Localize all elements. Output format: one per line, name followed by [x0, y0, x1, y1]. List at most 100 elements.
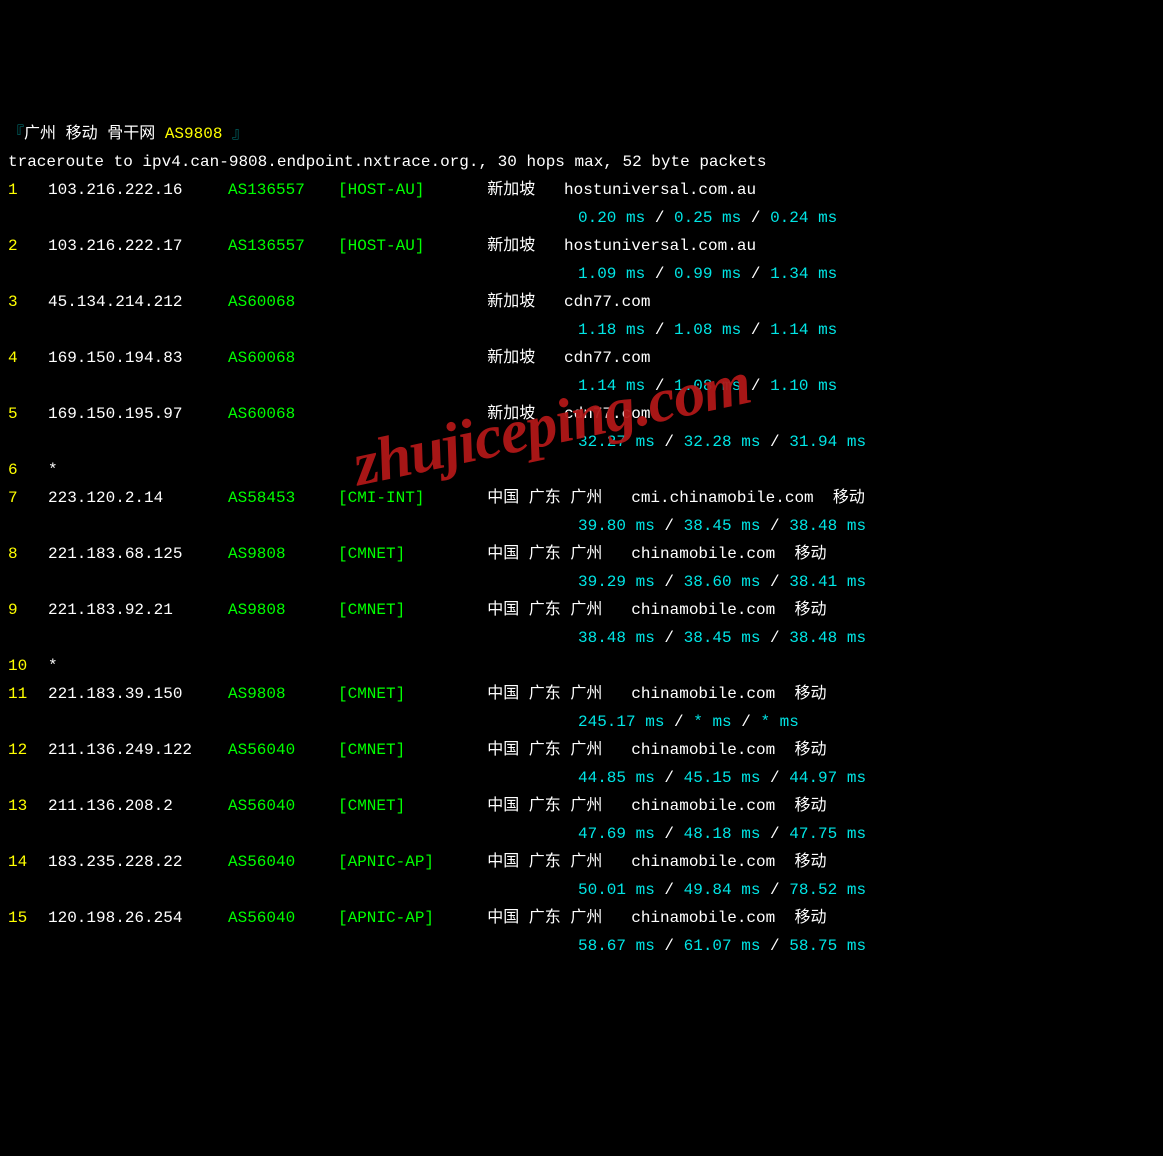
timing-2: 38.60 ms — [684, 573, 761, 591]
hop-asn: AS56040 — [228, 736, 338, 764]
hop-row: 9221.183.92.21AS9808[CMNET] 中国 广东 广州 chi… — [8, 596, 1155, 624]
hop-row: 15120.198.26.254AS56040[APNIC-AP] 中国 广东 … — [8, 904, 1155, 932]
timing-2: 1.08 ms — [674, 321, 741, 339]
hop-org: [CMNET] — [338, 792, 468, 820]
hop-ip: 103.216.222.17 — [48, 232, 228, 260]
hop-number: 2 — [8, 232, 48, 260]
hop-timing-row: 32.27 ms / 32.28 ms / 31.94 ms — [8, 428, 1155, 456]
timing-3: 58.75 ms — [789, 937, 866, 955]
hop-asn: AS60068 — [228, 288, 338, 316]
hop-ip: 45.134.214.212 — [48, 288, 228, 316]
hop-number: 12 — [8, 736, 48, 764]
hop-asn: AS136557 — [228, 232, 338, 260]
hop-number: 10 — [8, 652, 48, 680]
hop-row: 13211.136.208.2AS56040[CMNET] 中国 广东 广州 c… — [8, 792, 1155, 820]
hop-timing-row: 47.69 ms / 48.18 ms / 47.75 ms — [8, 820, 1155, 848]
hop-row: 2103.216.222.17AS136557[HOST-AU] 新加坡 hos… — [8, 232, 1155, 260]
hop-timing-row: 38.48 ms / 38.45 ms / 38.48 ms — [8, 624, 1155, 652]
hop-number: 6 — [8, 456, 48, 484]
timing-3: 0.24 ms — [770, 209, 837, 227]
hop-number: 13 — [8, 792, 48, 820]
hop-number: 8 — [8, 540, 48, 568]
hop-ip: 223.120.2.14 — [48, 484, 228, 512]
hop-location: 新加坡 hostuniversal.com.au — [468, 181, 756, 199]
hop-ip: 221.183.39.150 — [48, 680, 228, 708]
timing-2: 0.99 ms — [674, 265, 741, 283]
hop-location: 中国 广东 广州 chinamobile.com 移动 — [468, 797, 826, 815]
timing-1: 0.20 ms — [578, 209, 645, 227]
hop-row: 5169.150.195.97AS60068 新加坡 cdn77.com — [8, 400, 1155, 428]
hop-asn: AS60068 — [228, 400, 338, 428]
timing-3: 47.75 ms — [789, 825, 866, 843]
hop-timing-row: 0.20 ms / 0.25 ms / 0.24 ms — [8, 204, 1155, 232]
hop-ip: 221.183.92.21 — [48, 596, 228, 624]
terminal-output: 『广州 移动 骨干网 AS9808 』traceroute to ipv4.ca… — [8, 120, 1155, 960]
timing-2: 1.08 ms — [674, 377, 741, 395]
hop-timing-row: 39.29 ms / 38.60 ms / 38.41 ms — [8, 568, 1155, 596]
timing-1: 32.27 ms — [578, 433, 655, 451]
timing-1: 47.69 ms — [578, 825, 655, 843]
hop-org: [CMNET] — [338, 540, 468, 568]
hop-ip: 103.216.222.16 — [48, 176, 228, 204]
hop-location: 中国 广东 广州 chinamobile.com 移动 — [468, 685, 826, 703]
timing-2: 0.25 ms — [674, 209, 741, 227]
hop-row: 4169.150.194.83AS60068 新加坡 cdn77.com — [8, 344, 1155, 372]
timing-2: 32.28 ms — [684, 433, 761, 451]
hop-row: 1103.216.222.16AS136557[HOST-AU] 新加坡 hos… — [8, 176, 1155, 204]
hop-timing-row: 245.17 ms / * ms / * ms — [8, 708, 1155, 736]
hop-org: [HOST-AU] — [338, 176, 468, 204]
hop-number: 1 — [8, 176, 48, 204]
hop-ip: 221.183.68.125 — [48, 540, 228, 568]
hop-location: 中国 广东 广州 chinamobile.com 移动 — [468, 545, 826, 563]
hop-location: 中国 广东 广州 chinamobile.com 移动 — [468, 909, 826, 927]
hop-asn: AS56040 — [228, 904, 338, 932]
hop-org: [APNIC-AP] — [338, 848, 468, 876]
hop-location: 中国 广东 广州 chinamobile.com 移动 — [468, 741, 826, 759]
timing-3: 38.48 ms — [789, 629, 866, 647]
hop-asn: AS60068 — [228, 344, 338, 372]
timing-2: 45.15 ms — [684, 769, 761, 787]
hop-asn: AS9808 — [228, 540, 338, 568]
timing-1: 1.09 ms — [578, 265, 645, 283]
hop-org: [CMNET] — [338, 736, 468, 764]
timing-2: 48.18 ms — [684, 825, 761, 843]
hop-number: 7 — [8, 484, 48, 512]
hop-asn: AS9808 — [228, 680, 338, 708]
hop-location: 新加坡 hostuniversal.com.au — [468, 237, 756, 255]
timing-3: 31.94 ms — [789, 433, 866, 451]
timing-2: 38.45 ms — [684, 517, 761, 535]
hop-row: 14183.235.228.22AS56040[APNIC-AP] 中国 广东 … — [8, 848, 1155, 876]
hop-location: 新加坡 cdn77.com — [468, 293, 650, 311]
timing-3: 38.48 ms — [789, 517, 866, 535]
hop-number: 11 — [8, 680, 48, 708]
hop-ip: 169.150.194.83 — [48, 344, 228, 372]
timing-1: 39.29 ms — [578, 573, 655, 591]
hop-org: [CMNET] — [338, 680, 468, 708]
command-line: traceroute to ipv4.can-9808.endpoint.nxt… — [8, 148, 1155, 176]
timing-3: 78.52 ms — [789, 881, 866, 899]
hop-row: 10* — [8, 652, 1155, 680]
timing-3: 1.34 ms — [770, 265, 837, 283]
hop-timing-row: 39.80 ms / 38.45 ms / 38.48 ms — [8, 512, 1155, 540]
hop-asn: AS56040 — [228, 848, 338, 876]
hop-location: 中国 广东 广州 chinamobile.com 移动 — [468, 601, 826, 619]
hop-row: 12211.136.249.122AS56040[CMNET] 中国 广东 广州… — [8, 736, 1155, 764]
hop-row: 8221.183.68.125AS9808[CMNET] 中国 广东 广州 ch… — [8, 540, 1155, 568]
timing-2: 61.07 ms — [684, 937, 761, 955]
timing-3: * ms — [760, 713, 798, 731]
hop-row: 7223.120.2.14AS58453[CMI-INT] 中国 广东 广州 c… — [8, 484, 1155, 512]
hop-org: [HOST-AU] — [338, 232, 468, 260]
hop-location: 新加坡 cdn77.com — [468, 349, 650, 367]
hop-ip: 169.150.195.97 — [48, 400, 228, 428]
timing-1: 1.14 ms — [578, 377, 645, 395]
timing-2: * ms — [693, 713, 731, 731]
hop-number: 5 — [8, 400, 48, 428]
timing-3: 38.41 ms — [789, 573, 866, 591]
hop-ip: 211.136.249.122 — [48, 736, 228, 764]
hop-asn: AS58453 — [228, 484, 338, 512]
hop-asn: AS56040 — [228, 792, 338, 820]
hop-number: 14 — [8, 848, 48, 876]
timing-1: 44.85 ms — [578, 769, 655, 787]
hop-timing-row: 1.18 ms / 1.08 ms / 1.14 ms — [8, 316, 1155, 344]
hop-timing-row: 58.67 ms / 61.07 ms / 58.75 ms — [8, 932, 1155, 960]
